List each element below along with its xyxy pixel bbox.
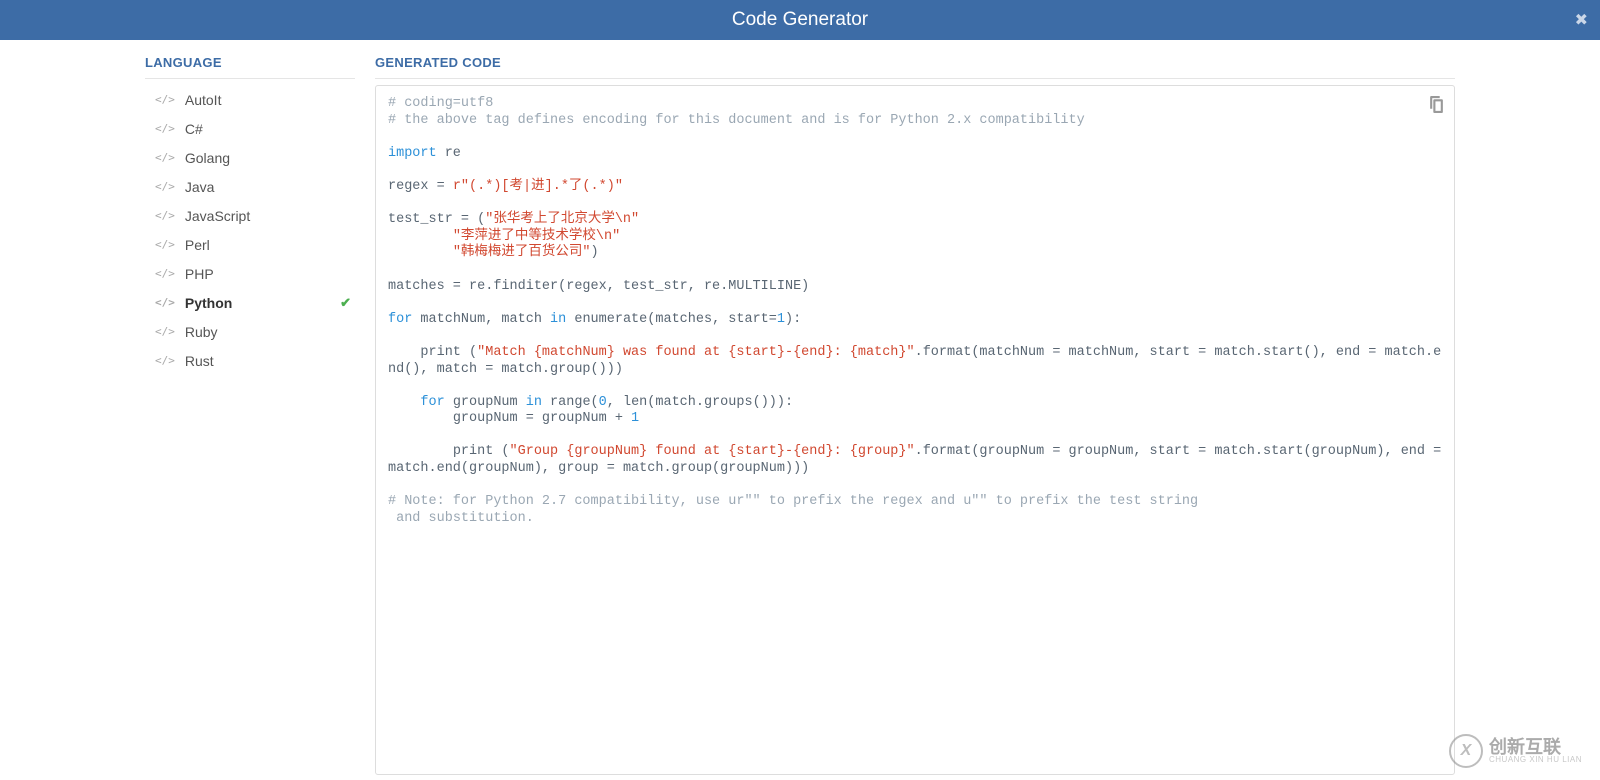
lang-autoit[interactable]: </> AutoIt	[145, 85, 355, 114]
lang-label: Golang	[185, 150, 230, 166]
lang-javascript[interactable]: </> JavaScript	[145, 201, 355, 230]
sidebar-title: LANGUAGE	[145, 55, 355, 79]
lang-label: Ruby	[185, 324, 218, 340]
lang-label: Python	[185, 295, 232, 311]
code-icon: </>	[155, 122, 175, 135]
code-icon: </>	[155, 180, 175, 193]
code-panel: GENERATED CODE # coding=utf8 # the above…	[375, 55, 1455, 775]
lang-label: Rust	[185, 353, 214, 369]
code-icon: </>	[155, 325, 175, 338]
watermark-text: 创新互联 CHUANG XIN HU LIAN	[1489, 738, 1582, 764]
code-icon: </>	[155, 296, 175, 309]
code-container: # coding=utf8 # the above tag defines en…	[375, 85, 1455, 775]
lang-csharp[interactable]: </> C#	[145, 114, 355, 143]
lang-label: PHP	[185, 266, 214, 282]
main-content: LANGUAGE </> AutoIt </> C# </> Golang </> Ja…	[145, 40, 1455, 775]
code-icon: </>	[155, 209, 175, 222]
lang-label: Java	[185, 179, 215, 195]
generated-code[interactable]: # coding=utf8 # the above tag defines en…	[388, 96, 1442, 527]
page-title: Code Generator	[732, 9, 868, 31]
lang-label: AutoIt	[185, 92, 222, 108]
lang-java[interactable]: </> Java	[145, 172, 355, 201]
close-icon[interactable]: ✖	[1575, 10, 1588, 30]
code-icon: </>	[155, 354, 175, 367]
lang-perl[interactable]: </> Perl	[145, 230, 355, 259]
code-icon: </>	[155, 238, 175, 251]
header-bar: Code Generator ✖	[0, 0, 1600, 40]
code-icon: </>	[155, 267, 175, 280]
lang-label: C#	[185, 121, 203, 137]
check-icon: ✔	[340, 295, 351, 311]
lang-label: JavaScript	[185, 208, 250, 224]
lang-ruby[interactable]: </> Ruby	[145, 317, 355, 346]
lang-golang[interactable]: </> Golang	[145, 143, 355, 172]
lang-label: Perl	[185, 237, 210, 253]
language-list: </> AutoIt </> C# </> Golang </> Java </> Jav…	[145, 85, 355, 375]
watermark: X 创新互联 CHUANG XIN HU LIAN	[1449, 734, 1582, 768]
language-sidebar: LANGUAGE </> AutoIt </> C# </> Golang </> Ja…	[145, 55, 375, 375]
lang-php[interactable]: </> PHP	[145, 259, 355, 288]
code-icon: </>	[155, 93, 175, 106]
code-title: GENERATED CODE	[375, 55, 1455, 79]
copy-icon[interactable]	[1429, 96, 1444, 118]
code-icon: </>	[155, 151, 175, 164]
watermark-logo-icon: X	[1449, 734, 1483, 768]
lang-rust[interactable]: </> Rust	[145, 346, 355, 375]
lang-python[interactable]: </> Python ✔	[145, 288, 355, 317]
